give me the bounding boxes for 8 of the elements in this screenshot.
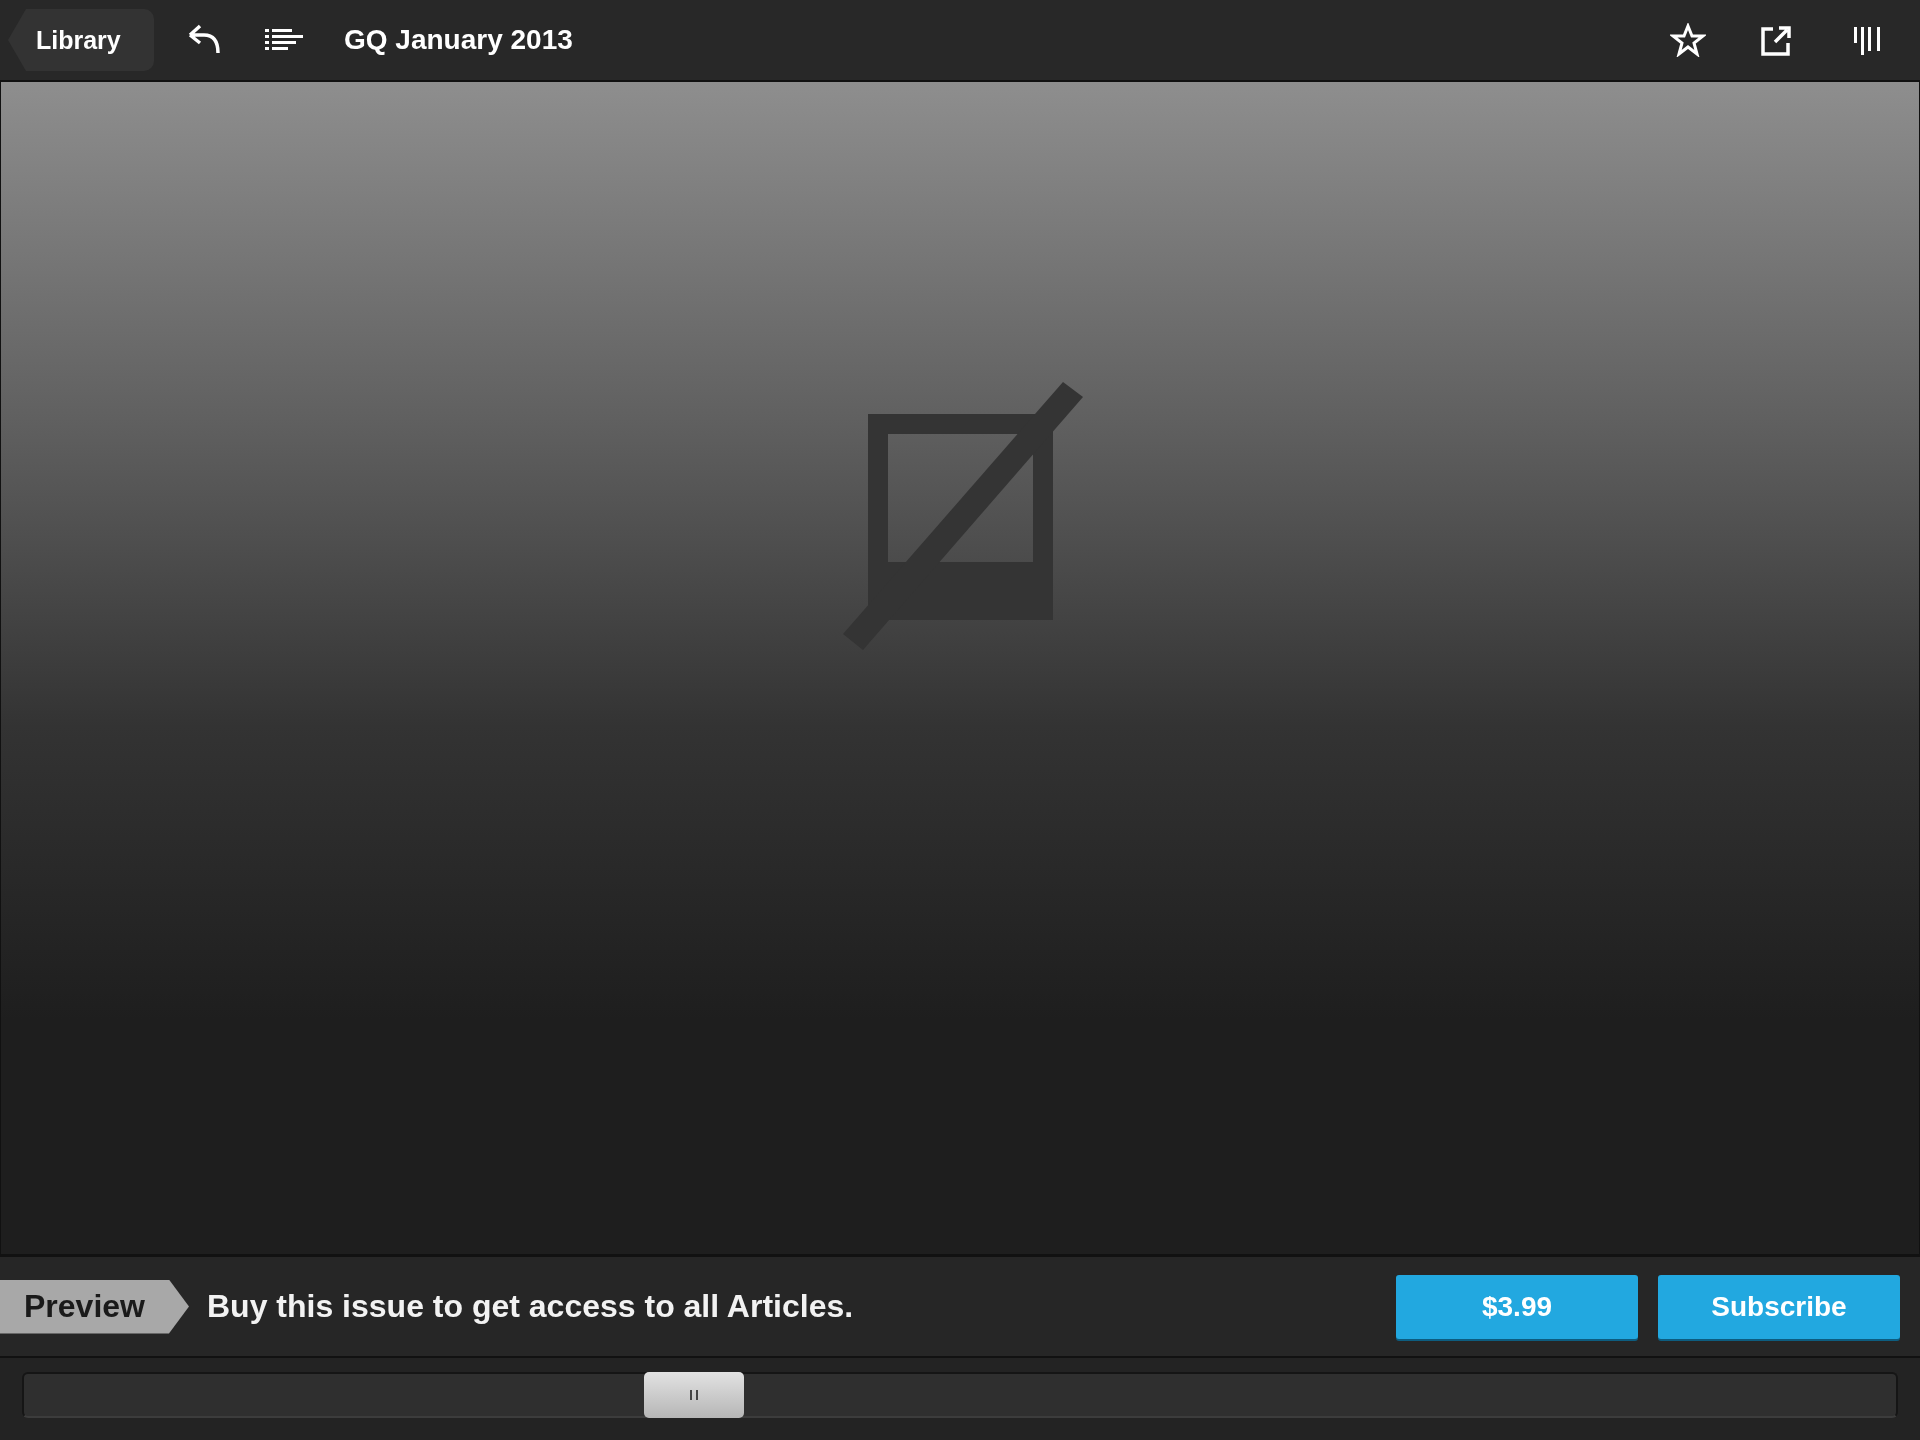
page-slider-thumb[interactable]	[644, 1372, 745, 1418]
library-button[interactable]: Library	[8, 9, 154, 71]
grip-icon	[690, 1390, 699, 1400]
subscribe-button[interactable]: Subscribe	[1658, 1274, 1900, 1339]
preview-tag: Preview	[0, 1279, 189, 1334]
price-button[interactable]: $3.99	[1396, 1274, 1638, 1339]
issue-title: GQ January 2013	[344, 24, 573, 56]
purchase-message: Buy this issue to get access to all Articles.	[206, 1288, 854, 1325]
